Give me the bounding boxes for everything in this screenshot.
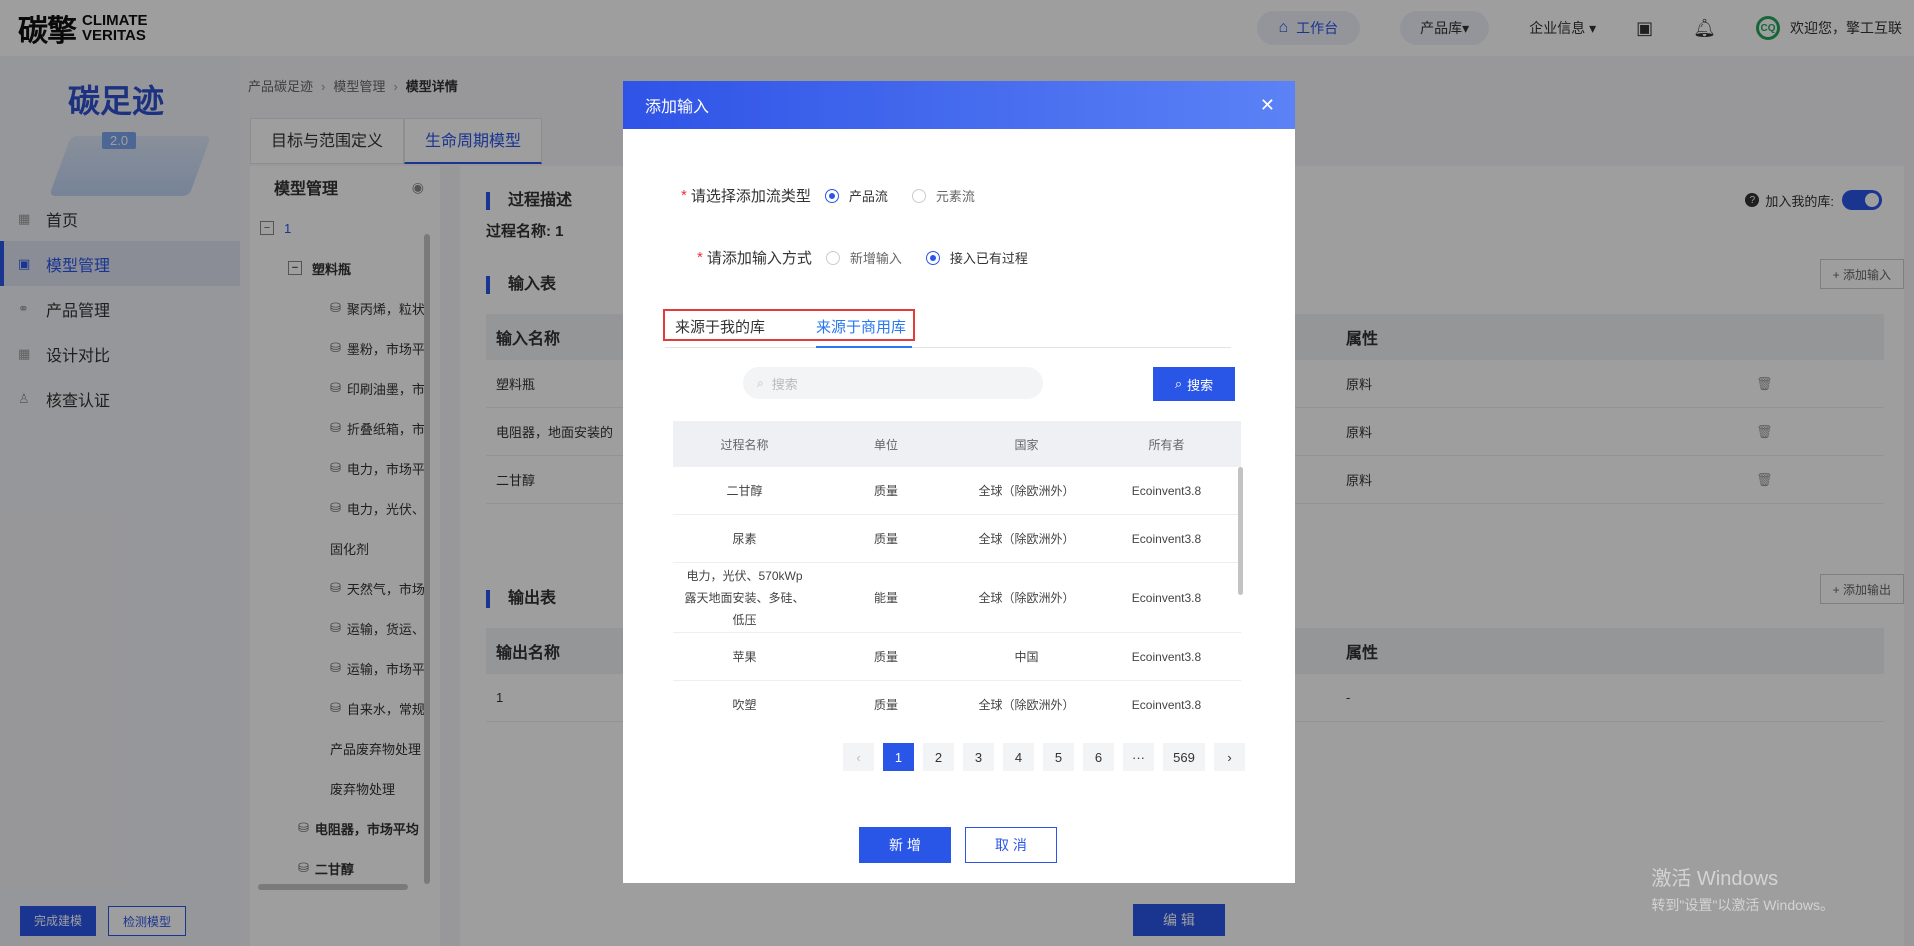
pagination: ‹ 1 2 3 4 5 6 ··· 569 › [843,743,1245,771]
add-input-modal: 添加输入 ✕ * 请选择添加流类型 产品流 元素流 * 请添加输入方式 新增输入… [623,81,1295,883]
cell-country: 全球（除欧洲外） [978,698,1075,712]
cell-owner: Ecoinvent3.8 [1131,590,1202,605]
required-mark: * [681,187,687,204]
cell-owner: Ecoinvent3.8 [1131,649,1202,664]
table-row[interactable]: 尿素 质量 全球（除欧洲外） Ecoinvent3.8 [673,515,1241,563]
radio-circle [825,250,840,265]
flow-type-label: 请选择添加流类型 [690,188,811,205]
modal-footer: 新 增 取 消 [859,827,1057,863]
required-mark: * [697,249,703,266]
radio-circle [911,188,926,203]
radio-label: 元素流 [935,189,975,204]
cell-unit: 质量 [873,698,898,712]
radio-circle [925,250,940,265]
cell-unit: 质量 [873,532,898,546]
cell-owner: Ecoinvent3.8 [1131,697,1202,712]
confirm-add-button[interactable]: 新 增 [859,827,951,863]
table-scrollbar[interactable] [1238,467,1243,595]
search-button[interactable]: ⌕ 搜索 [1153,367,1235,401]
cell-process-name: 二甘醇 [726,483,763,498]
table-row[interactable]: 吹塑 质量 全球（除欧洲外） Ecoinvent3.8 [673,681,1241,723]
column-header: 国家 [1014,437,1039,452]
column-header: 所有者 [1148,437,1185,452]
close-icon[interactable]: ✕ [1260,95,1275,116]
prev-page-button[interactable]: ‹ [843,743,874,771]
search-icon: ⌕ [1174,376,1183,391]
modal-header: 添加输入 ✕ [623,81,1295,129]
cell-country: 全球（除欧洲外） [978,532,1075,546]
cell-unit: 质量 [873,650,898,664]
table-row[interactable]: 电力，光伏、570kWp露天地面安装、多硅、低压 能量 全球（除欧洲外） Eco… [673,563,1241,633]
search-button-label: 搜索 [1187,377,1214,393]
page-button[interactable]: 3 [963,743,994,771]
cell-owner: Ecoinvent3.8 [1131,531,1202,546]
radio-existing-process[interactable]: 接入已有过程 [925,248,1028,267]
page-ellipsis[interactable]: ··· [1123,743,1154,771]
radio-element-flow[interactable]: 元素流 [911,186,975,205]
watermark-line2: 转到"设置"以激活 Windows。 [1651,897,1834,913]
cell-country: 全球（除欧洲外） [978,591,1075,605]
input-mode-label: 请添加输入方式 [706,250,812,267]
next-page-button[interactable]: › [1214,743,1245,771]
table-header: 过程名称 单位 国家 所有者 [673,421,1241,467]
cell-process-name: 吹塑 [732,697,757,712]
cell-country: 全球（除欧洲外） [978,484,1075,498]
radio-new-input[interactable]: 新增输入 [825,248,902,267]
page-button[interactable]: 2 [923,743,954,771]
cell-country: 中国 [1014,650,1039,664]
cell-unit: 能量 [873,591,898,605]
windows-activation-watermark: 激活 Windows 转到"设置"以激活 Windows。 [1651,862,1834,915]
cell-process-name: 苹果 [732,649,757,664]
source-tabs: 来源于我的库 来源于商用库 [663,306,1231,348]
watermark-line1: 激活 Windows [1651,868,1779,890]
table-row[interactable]: 二甘醇 质量 全球（除欧洲外） Ecoinvent3.8 [673,467,1241,515]
tab-my-library[interactable]: 来源于我的库 [675,316,765,337]
search-icon: ⌕ [757,375,764,390]
column-header: 单位 [873,437,898,452]
cell-owner: Ecoinvent3.8 [1131,483,1202,498]
process-table: 过程名称 单位 国家 所有者 二甘醇 质量 全球（除欧洲外） Ecoinvent… [673,421,1241,723]
tab-commercial-library[interactable]: 来源于商用库 [816,316,906,337]
column-header: 过程名称 [720,437,769,452]
active-tab-underline [816,346,912,348]
page-button[interactable]: 1 [883,743,914,771]
page-button[interactable]: 4 [1003,743,1034,771]
radio-label: 产品流 [848,189,888,204]
page-button[interactable]: 5 [1043,743,1074,771]
radio-product-flow[interactable]: 产品流 [824,186,888,205]
cell-process-name: 尿素 [732,531,757,546]
radio-label: 新增输入 [849,251,902,266]
flow-type-row: * 请选择添加流类型 产品流 元素流 [681,185,999,206]
cancel-button[interactable]: 取 消 [965,827,1057,863]
radio-label: 接入已有过程 [949,251,1028,266]
search-input[interactable]: ⌕ 搜索 [743,367,1043,399]
table-row[interactable]: 苹果 质量 中国 Ecoinvent3.8 [673,633,1241,681]
page-button[interactable]: 6 [1083,743,1114,771]
cell-unit: 质量 [873,484,898,498]
search-placeholder: 搜索 [771,376,798,392]
input-mode-row: * 请添加输入方式 新增输入 接入已有过程 [697,247,1052,268]
page-button[interactable]: 569 [1163,743,1205,771]
modal-title: 添加输入 [645,99,710,116]
radio-circle [824,188,839,203]
cell-process-name: 电力，光伏、570kWp露天地面安装、多硅、低压 [684,568,805,627]
